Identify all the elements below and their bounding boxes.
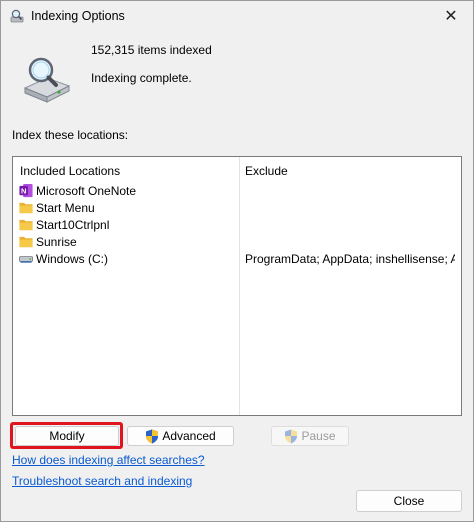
location-exclude: ProgramData; AppData; inshellisense; App… [245,252,455,266]
indexing-options-window: Indexing Options ✕ 152,315 items indexed… [0,0,474,522]
uac-shield-icon [146,429,159,443]
list-item[interactable]: Windows (C:) ProgramData; AppData; inshe… [13,250,461,267]
title-bar[interactable]: Indexing Options ✕ [1,1,473,31]
close-button[interactable]: Close [356,490,462,512]
location-name: Windows (C:) [36,252,109,266]
modify-button[interactable]: Modify [15,426,119,446]
advanced-button-label: Advanced [162,429,216,443]
close-window-button[interactable]: ✕ [429,1,473,31]
locations-label: Index these locations: [12,128,129,142]
how-indexing-affects-searches-link[interactable]: How does indexing affect searches? [12,453,205,467]
onenote-icon: N [19,183,33,198]
list-item[interactable]: Start10Ctrlpnl [13,216,461,233]
location-name: Sunrise [36,235,77,249]
column-header-exclude[interactable]: Exclude [245,164,288,178]
items-indexed-count: 152,315 items indexed [91,43,212,57]
indexing-magnifier-drive-icon [23,57,71,103]
indexing-status: Indexing complete. [91,71,192,85]
uac-shield-icon [285,429,298,443]
list-item[interactable]: Start Menu [13,199,461,216]
indexing-options-icon [10,9,24,23]
list-item[interactable]: Sunrise [13,233,461,250]
window-title: Indexing Options [31,9,125,23]
pause-button-label: Pause [301,429,336,443]
location-name: Start10Ctrlpnl [36,218,110,232]
location-name: Microsoft OneNote [36,184,137,198]
drive-icon [19,256,33,263]
troubleshoot-indexing-link[interactable]: Troubleshoot search and indexing [12,474,192,488]
folder-icon [19,219,33,231]
list-item[interactable]: N Microsoft OneNote [13,182,461,199]
folder-icon [19,236,33,248]
pause-button: Pause [271,426,349,446]
location-name: Start Menu [36,201,95,215]
folder-icon [19,202,33,214]
locations-list[interactable]: Included Locations Exclude N Microsoft O… [12,156,462,416]
svg-text:N: N [21,186,26,195]
column-header-included[interactable]: Included Locations [20,164,120,178]
advanced-button[interactable]: Advanced [127,426,234,446]
close-icon: ✕ [444,8,458,25]
